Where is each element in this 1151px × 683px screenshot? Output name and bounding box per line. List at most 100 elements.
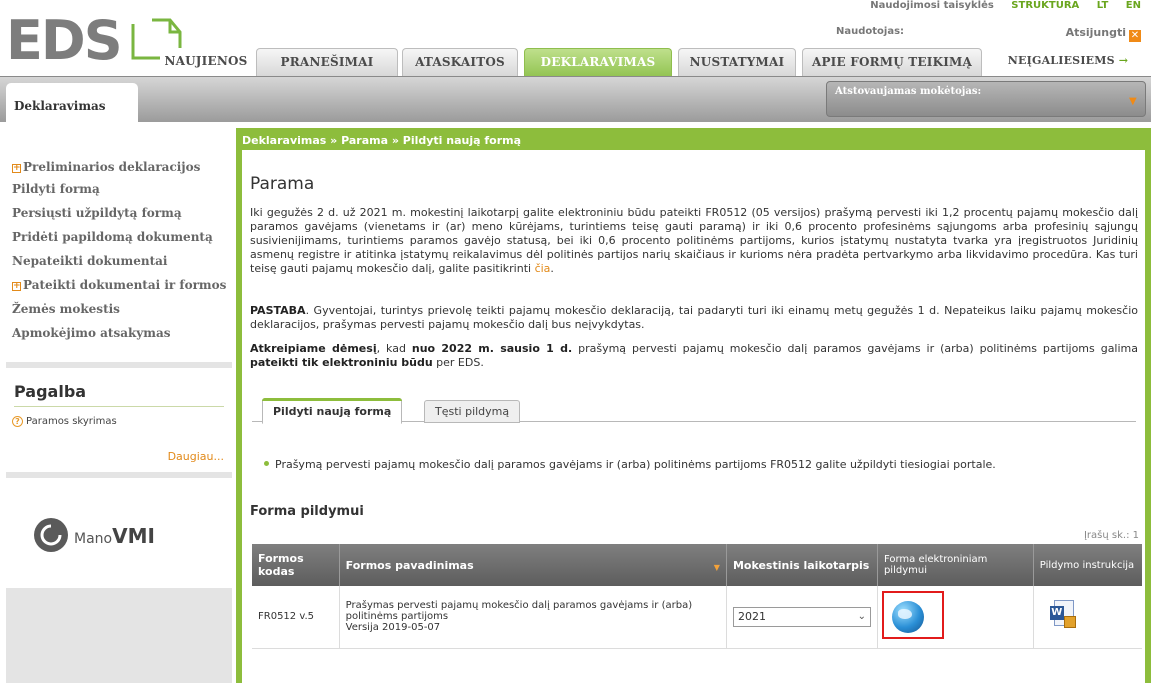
cell-form-code: FR0512 v.5 xyxy=(252,586,340,649)
period-select[interactable]: 2021 ⌄ xyxy=(732,606,871,627)
logout-icon: ✕ xyxy=(1129,30,1141,42)
col-formos-pavadinimas-label: Formos pavadinimas xyxy=(345,558,474,572)
col-formos-kodas[interactable]: Formos kodas xyxy=(252,544,340,586)
forms-table: Formos kodas Formos pavadinimas ▼ Mokesti… xyxy=(252,544,1142,649)
eds-logo: EDS xyxy=(6,9,123,72)
payer-select-label: Atstovaujamas mokėtojas: xyxy=(835,86,982,97)
word-w-glyph: W xyxy=(1049,606,1064,621)
user-label: Naudotojas: xyxy=(836,26,905,37)
attention-paragraph: Atkreipiame dėmesį, kad nuo 2022 m. saus… xyxy=(250,342,1138,370)
section-tab-deklaravimas[interactable]: Deklaravimas xyxy=(6,83,138,123)
tab-neigaliesiems-label: NEĮGALIESIEMS xyxy=(1007,54,1115,67)
tab-deklaravimas[interactable]: DEKLARAVIMAS xyxy=(524,48,672,76)
vmi-logo-main: VMI xyxy=(112,524,155,548)
help-panel: Pagalba ? Paramos skyrimas Daugiau... xyxy=(6,368,232,472)
page-title: Parama xyxy=(250,174,315,194)
tab-nustatymai[interactable]: NUSTATYMAI xyxy=(678,48,796,76)
sidebar-item-label: Pateikti dokumentai ir formos xyxy=(23,278,227,292)
cell-instructions: W xyxy=(1033,586,1142,649)
vmi-logo-prefix: Mano xyxy=(74,531,113,547)
info-bullet: Prašymą pervesti pajamų mokesčio dalį pa… xyxy=(264,458,996,471)
word-document-icon[interactable]: W xyxy=(1049,600,1076,630)
tab-testi-pildyma[interactable]: Tęsti pildymą xyxy=(424,400,521,423)
mano-vmi-panel: ManoVMI xyxy=(6,478,232,588)
cell-period: 2021 ⌄ xyxy=(726,586,878,649)
attention-text-3: per EDS. xyxy=(432,356,484,369)
vmi-emblem-icon xyxy=(34,518,68,552)
payer-select[interactable]: Atstovaujamas mokėtojas: ▼ xyxy=(826,81,1146,117)
help-title: Pagalba xyxy=(14,382,87,401)
help-divider xyxy=(14,406,224,407)
lang-en-link[interactable]: EN xyxy=(1126,0,1141,11)
lang-lt-link[interactable]: LT xyxy=(1097,0,1109,11)
expand-plus-icon[interactable]: + xyxy=(12,282,21,291)
info-bullet-text: Prašymą pervesti pajamų mokesčio dalį pa… xyxy=(275,458,996,471)
sidebar-item-preliminarios[interactable]: + Preliminarios deklaracijos xyxy=(12,160,200,174)
left-sidebar: + Preliminarios deklaracijos Pildyti form… xyxy=(6,122,232,683)
sort-caret-icon: ▼ xyxy=(713,562,720,572)
sidebar-item-pateikti-dokumentai[interactable]: + Pateikti dokumentai ir formos xyxy=(12,278,226,292)
tab-pildyti-nauja-forma[interactable]: Pildyti naują formą xyxy=(262,398,403,424)
intro-text: Iki gegužės 2 d. už 2021 m. mokestinį la… xyxy=(250,206,1138,275)
tab-apie-formu-teikima[interactable]: APIE FORMŲ TEIKIMĄ xyxy=(802,48,982,76)
globe-icon xyxy=(891,601,924,634)
col-formos-pavadinimas[interactable]: Formos pavadinimas ▼ xyxy=(339,544,727,586)
check-here-link[interactable]: čia xyxy=(535,262,551,275)
document-grid-shape xyxy=(1063,616,1076,629)
intro-paragraph: Iki gegužės 2 d. už 2021 m. mokestinį la… xyxy=(250,206,1138,275)
question-icon: ? xyxy=(12,416,23,427)
attention-label: Atkreipiame dėmesį xyxy=(250,342,377,355)
logout-label: Atsijungti xyxy=(1065,26,1126,39)
help-link-label: Paramos skyrimas xyxy=(26,416,117,427)
rules-link[interactable]: Naudojimosi taisyklės xyxy=(870,0,994,11)
bullet-dot xyxy=(264,461,269,466)
note-paragraph: PASTABA. Gyventojai, turintys prievolę t… xyxy=(250,304,1138,332)
col-forma-elektroniniam: Forma elektroniniam pildymui xyxy=(877,544,1034,586)
attention-date: nuo 2022 m. sausio 1 d. xyxy=(411,342,573,355)
breadcrumb: Deklaravimas » Parama » Pildyti naują fo… xyxy=(242,134,522,147)
table-header-row: Formos kodas Formos pavadinimas ▼ Mokesti… xyxy=(252,544,1142,586)
form-section-title: Forma pildymui xyxy=(250,504,364,519)
arrow-right-icon: → xyxy=(1118,54,1129,67)
record-count: Įrašų sk.: 1 xyxy=(1083,530,1139,541)
chevron-down-icon: ⌄ xyxy=(857,610,866,622)
main-panel: Deklaravimas » Parama » Pildyti naują fo… xyxy=(236,128,1151,683)
sidebar-item-prideti-dokumenta[interactable]: Pridėti papildomą dokumentą xyxy=(12,230,213,244)
cell-electronic-form xyxy=(877,586,1034,649)
structure-link[interactable]: STRUKTŪRA xyxy=(1011,0,1079,11)
note-label: PASTABA xyxy=(250,304,306,317)
note-text: . Gyventojai, turintys prievolę teikti p… xyxy=(250,304,1138,331)
cell-form-name: Prašymas pervesti pajamų mokesčio dalį p… xyxy=(339,586,727,649)
open-electronic-form-button[interactable] xyxy=(881,591,944,640)
logout-link[interactable]: Atsijungti ✕ xyxy=(1066,26,1141,42)
sidebar-item-zemes-mokestis[interactable]: Žemės mokestis xyxy=(12,302,120,316)
chevron-down-icon: ▼ xyxy=(1129,96,1137,107)
form-name-text: Prašymas pervesti pajamų mokesčio dalį p… xyxy=(345,600,693,623)
form-version-text: Versija 2019-05-07 xyxy=(345,622,441,634)
sidebar-item-pildyti-forma[interactable]: Pildyti formą xyxy=(12,182,100,196)
top-header: EDS Naudojimosi taisyklės STRUKTŪRA LT E… xyxy=(0,0,1151,76)
vmi-logo-text: ManoVMI xyxy=(74,524,155,548)
col-pildymo-instrukcija: Pildymo instrukcija xyxy=(1033,544,1142,586)
sidebar-item-persiusti[interactable]: Persiųsti užpildytą formą xyxy=(12,206,182,220)
sidebar-item-nepateikti[interactable]: Nepateikti dokumentai xyxy=(12,254,167,268)
tab-ataskaitos[interactable]: ATASKAITOS xyxy=(402,48,518,76)
sidebar-menu: + Preliminarios deklaracijos Pildyti form… xyxy=(6,122,232,362)
attention-text-1: , kad xyxy=(376,342,412,355)
tab-naujienos[interactable]: NAUJIENOS xyxy=(160,48,252,76)
section-bar: Deklaravimas Atstovaujamas mokėtojas: ▼ xyxy=(0,76,1151,123)
attention-emphasis: pateikti tik elektroniniu būdu xyxy=(250,356,433,369)
expand-plus-icon[interactable]: + xyxy=(12,164,21,173)
sidebar-item-apmokejimo[interactable]: Apmokėjimo atsakymas xyxy=(12,326,171,340)
tab-pranesimai[interactable]: PRANEŠIMAI xyxy=(256,48,398,76)
table-row: FR0512 v.5 Prašymas pervesti pajamų moke… xyxy=(252,586,1142,649)
help-link-paramos-skyrimas[interactable]: ? Paramos skyrimas xyxy=(12,416,117,427)
utility-links: Naudojimosi taisyklės STRUKTŪRA LT EN xyxy=(856,0,1141,11)
period-select-value: 2021 xyxy=(737,609,766,623)
help-more-link[interactable]: Daugiau... xyxy=(168,450,224,463)
attention-text-2: prašymą pervesti pajamų mokesčio dalį pa… xyxy=(572,342,1138,355)
col-mokestinis-laikotarpis[interactable]: Mokestinis laikotarpis xyxy=(726,544,878,586)
form-tabs: Pildyti naują formą Tęsti pildymą xyxy=(252,398,1136,424)
sidebar-item-label: Preliminarios deklaracijos xyxy=(23,160,201,174)
tab-neigaliesiems[interactable]: NEĮGALIESIEMS → xyxy=(986,48,1150,76)
